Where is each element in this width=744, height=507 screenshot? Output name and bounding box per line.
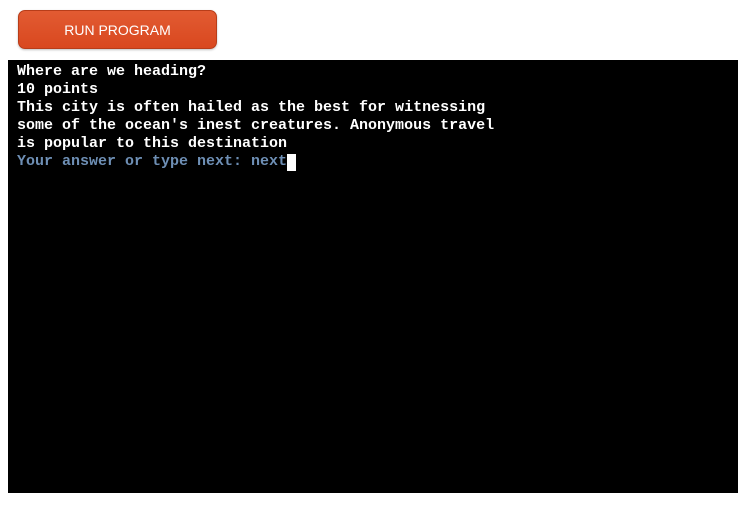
page: RUN PROGRAM Where are we heading? 10 poi…: [0, 0, 744, 507]
terminal-prompt-line[interactable]: Your answer or type next: next: [17, 153, 729, 171]
terminal-line: some of the ocean's inest creatures. Ano…: [17, 117, 495, 134]
terminal-line: Where are we heading?: [17, 63, 207, 80]
terminal-input[interactable]: next: [251, 153, 287, 171]
terminal-prompt: Your answer or type next:: [17, 153, 252, 170]
run-program-button[interactable]: RUN PROGRAM: [18, 10, 217, 49]
terminal-line: 10 points: [17, 81, 99, 98]
terminal-line: is popular to this destination: [17, 135, 288, 152]
terminal[interactable]: Where are we heading? 10 points This cit…: [8, 60, 738, 493]
terminal-line: This city is often hailed as the best fo…: [17, 99, 486, 116]
text-cursor: [287, 153, 297, 171]
